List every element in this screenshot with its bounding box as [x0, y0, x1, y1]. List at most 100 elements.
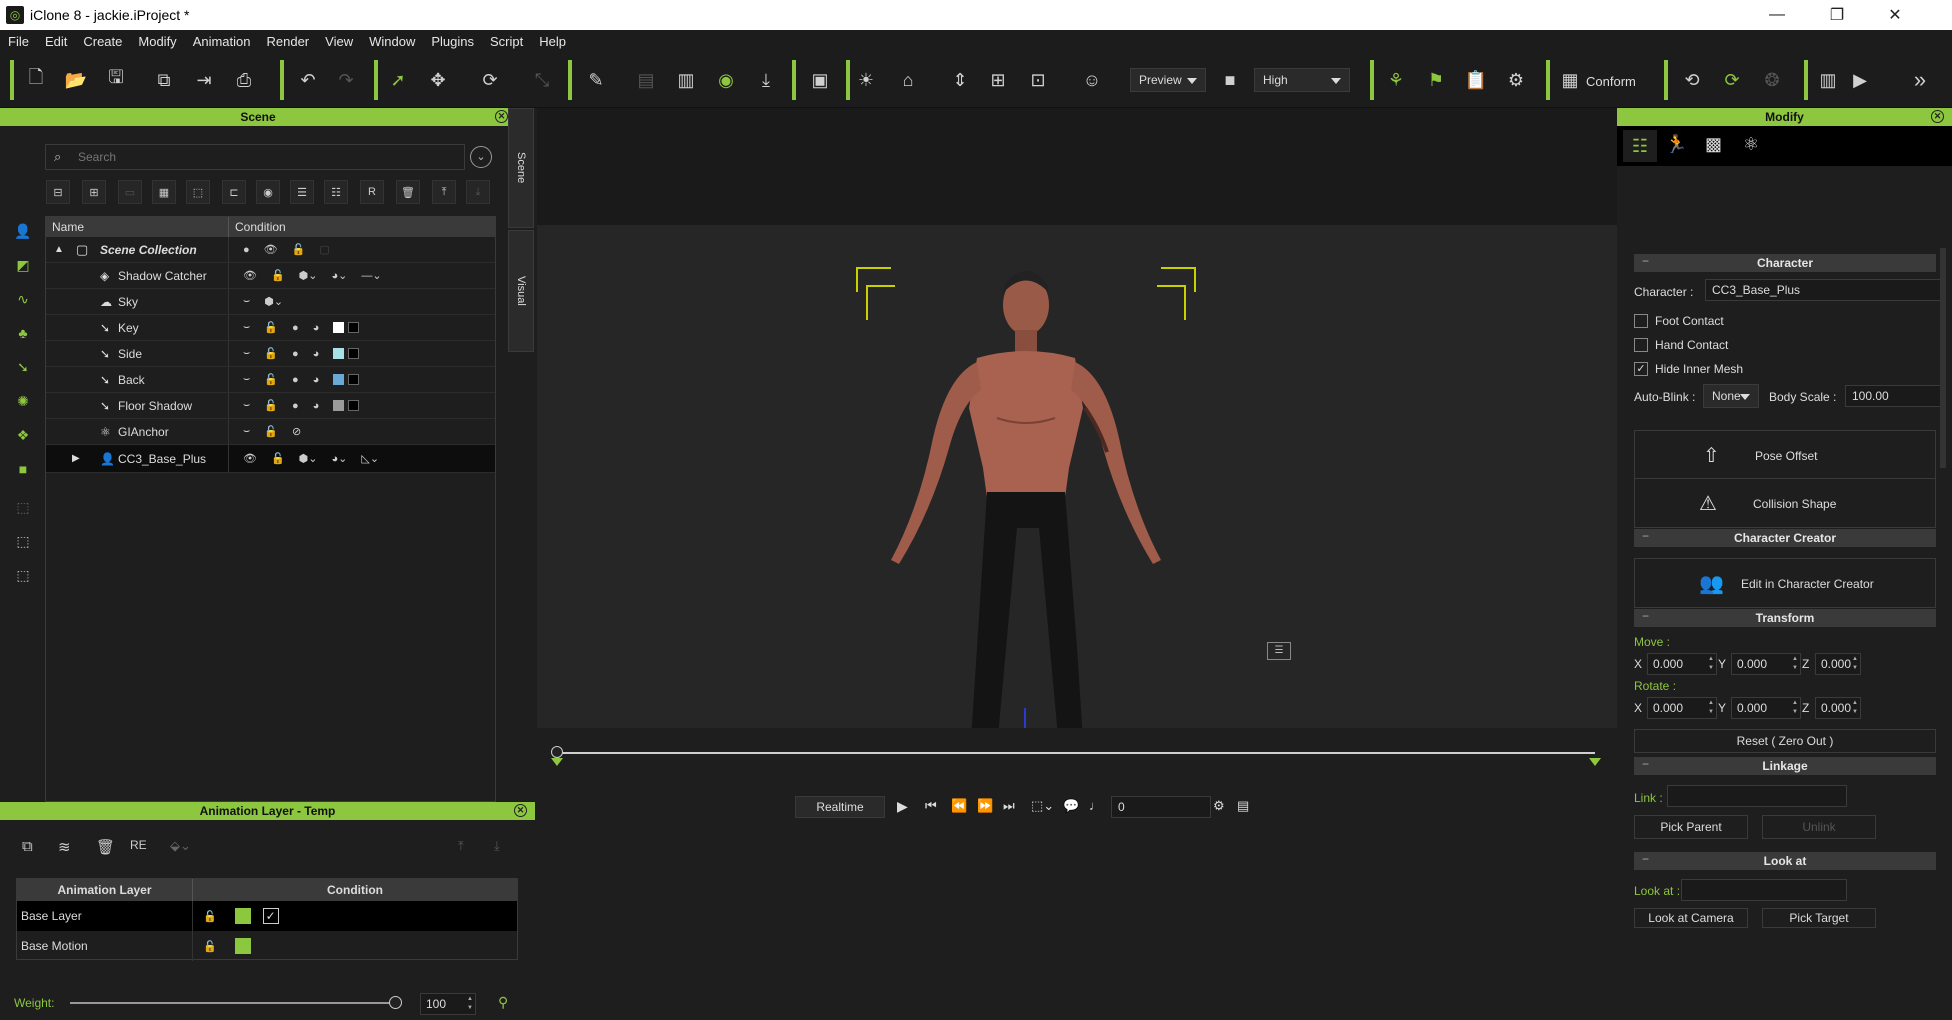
open-folder-icon[interactable]: 📂 [62, 66, 90, 94]
layer-color-swatch[interactable] [234, 908, 251, 924]
drop-to-floor-icon[interactable]: ⤓ [752, 66, 780, 94]
face-cam-icon[interactable]: ☺ [1078, 66, 1106, 94]
add-layer-icon[interactable]: ⧉ [22, 838, 33, 855]
anim-layer-row[interactable]: Base Layer 🔓 ✓ [17, 901, 517, 931]
minimize-icon[interactable]: — [1748, 0, 1806, 30]
camera-list-icon[interactable]: ■ [10, 456, 36, 482]
timeline-track[interactable] [557, 752, 1595, 754]
toolbar-overflow-icon[interactable]: » [1906, 66, 1934, 94]
go-end-icon[interactable]: ⏭ [1003, 798, 1015, 814]
lock-icon[interactable]: 🔓 [271, 269, 285, 282]
select-sub-icon[interactable]: ⬚ [10, 562, 36, 588]
tree-row-cc3-base-plus[interactable]: ▶ 👤 CC3_Base_Plus 👁 🔓 ⬢⌄ ◕⌄ ◺⌄ [46, 445, 495, 473]
hidden-eye-icon[interactable]: ⌣ [243, 321, 250, 334]
light-color-swatch[interactable] [333, 348, 345, 359]
shadow-color-swatch[interactable] [348, 374, 360, 385]
expand-all-icon[interactable]: ⊞ [82, 180, 106, 204]
prop-icon[interactable]: ◩ [10, 252, 36, 278]
usd-export-icon[interactable]: ⎙ [230, 66, 258, 94]
condition-column-header[interactable]: Condition [229, 217, 495, 237]
look-at-section-header[interactable]: − Look at [1634, 852, 1936, 870]
expand-arrow-icon[interactable]: ▶ [72, 453, 80, 464]
light-color-swatch[interactable] [333, 400, 345, 411]
gizmo-icon[interactable]: ⚙ [1502, 66, 1530, 94]
close-icon[interactable]: ✕ [495, 110, 508, 123]
eye-icon[interactable]: 👁 [243, 269, 257, 282]
move-z-input[interactable]: 0.000 [1815, 653, 1861, 675]
material-icon[interactable]: ◕ [313, 322, 320, 334]
checkbox-icon[interactable]: ▢ [319, 243, 329, 256]
lock-icon[interactable]: 🔓 [203, 940, 217, 953]
actor-icon[interactable]: 👤 [10, 218, 36, 244]
move-tool-icon[interactable]: ✥ [424, 66, 452, 94]
tab-motion-icon[interactable]: 🏃 [1665, 134, 1687, 155]
next-frame-icon[interactable]: ⏩ [977, 798, 993, 814]
shadow-color-swatch[interactable] [348, 322, 360, 333]
delete-icon[interactable]: 🗑 [396, 180, 420, 204]
mesh-icon[interactable]: ⬢⌄ [299, 269, 318, 282]
list-icon[interactable]: ☰ [290, 180, 314, 204]
select-child-icon[interactable]: ⬚ [10, 528, 36, 554]
menu-create[interactable]: Create [75, 34, 130, 49]
lock-icon[interactable]: 🔓 [264, 425, 278, 438]
shadow-color-swatch[interactable] [348, 348, 360, 359]
lock-icon[interactable]: 🔓 [264, 347, 278, 360]
move-bottom-icon[interactable]: ⤓ [466, 180, 490, 204]
select-arrow-icon[interactable]: ➚ [384, 66, 412, 94]
hidden-eye-icon[interactable]: ⌣ [243, 425, 250, 438]
lock-icon[interactable]: 🔓 [203, 910, 217, 923]
undo-icon[interactable]: ↶ [294, 66, 322, 94]
physics-icon[interactable]: ⟲ [1678, 66, 1706, 94]
link-field[interactable] [1667, 785, 1847, 807]
collision-shape-button[interactable]: ⚠ Collision Shape [1634, 478, 1936, 528]
tab-material-icon[interactable]: ▩ [1705, 134, 1722, 155]
lock-icon[interactable]: 🔓 [292, 243, 306, 256]
quality-dropdown[interactable]: High [1254, 68, 1350, 92]
edit-in-cc-button[interactable]: 👥 Edit in Character Creator [1634, 558, 1936, 608]
particles-icon[interactable]: ❂ [1758, 66, 1786, 94]
weight-slider-track[interactable] [70, 996, 402, 1009]
motion-curve-icon[interactable]: ∿ [10, 286, 36, 312]
material-icon[interactable]: ◕ [313, 374, 320, 386]
tab-visual[interactable]: Visual [508, 230, 534, 352]
material-icon[interactable]: ◕ [313, 348, 320, 360]
clipboard-icon[interactable]: 📋 [1462, 66, 1490, 94]
lock-icon[interactable]: 🔓 [264, 399, 278, 412]
search-input[interactable] [78, 148, 458, 166]
pick-target-button[interactable]: Pick Target [1762, 908, 1876, 928]
fit-vertical-icon[interactable]: ⇕ [946, 66, 974, 94]
prev-frame-icon[interactable]: ⏪ [951, 798, 967, 814]
name-column-header[interactable]: Name [46, 217, 229, 237]
camera-icon[interactable]: ■ [1216, 66, 1244, 94]
pick-parent-button[interactable]: Pick Parent [1634, 815, 1748, 839]
collection-icon[interactable]: ⊏ [222, 180, 246, 204]
menu-render[interactable]: Render [259, 34, 318, 49]
menu-animation[interactable]: Animation [185, 34, 259, 49]
distribute-icon[interactable]: ▥ [672, 66, 700, 94]
auto-blink-dropdown[interactable]: None [1703, 384, 1759, 408]
material-icon[interactable]: ◕ [313, 400, 320, 412]
realtime-dropdown[interactable]: Realtime [795, 796, 885, 818]
tree-row-side[interactable]: ➘ Side ⌣ 🔓 ● ◕ [46, 341, 495, 367]
flag-icon[interactable]: ⚑ [1422, 66, 1450, 94]
menu-file[interactable]: File [0, 34, 37, 49]
menu-help[interactable]: Help [531, 34, 574, 49]
frame-input[interactable]: 0 [1111, 796, 1211, 818]
visibility-eye-icon[interactable]: ◉ [712, 66, 740, 94]
save-icon[interactable]: 🖫 [102, 66, 130, 94]
tab-attribute-icon[interactable]: ☷ [1623, 130, 1657, 162]
tab-physics-icon[interactable]: ⚛ [1743, 134, 1759, 155]
select-region-icon[interactable]: ⬚ [10, 494, 36, 520]
menu-edit[interactable]: Edit [37, 34, 75, 49]
go-start-icon[interactable]: ⏮ [925, 798, 937, 814]
view-filter-icon[interactable]: ◉ [256, 180, 280, 204]
anim-layer-row[interactable]: Base Motion 🔓 [17, 931, 517, 961]
dot-icon[interactable]: ● [243, 244, 250, 256]
hidden-eye-icon[interactable]: ⌣ [243, 373, 250, 386]
menu-modify[interactable]: Modify [130, 34, 184, 49]
layer-enable-checkbox[interactable]: ✓ [262, 908, 279, 924]
line-icon[interactable]: —⌄ [361, 269, 381, 282]
menu-plugins[interactable]: Plugins [423, 34, 482, 49]
fit-all-icon[interactable]: ⊞ [984, 66, 1012, 94]
mesh-icon[interactable]: ⬢⌄ [264, 295, 283, 308]
